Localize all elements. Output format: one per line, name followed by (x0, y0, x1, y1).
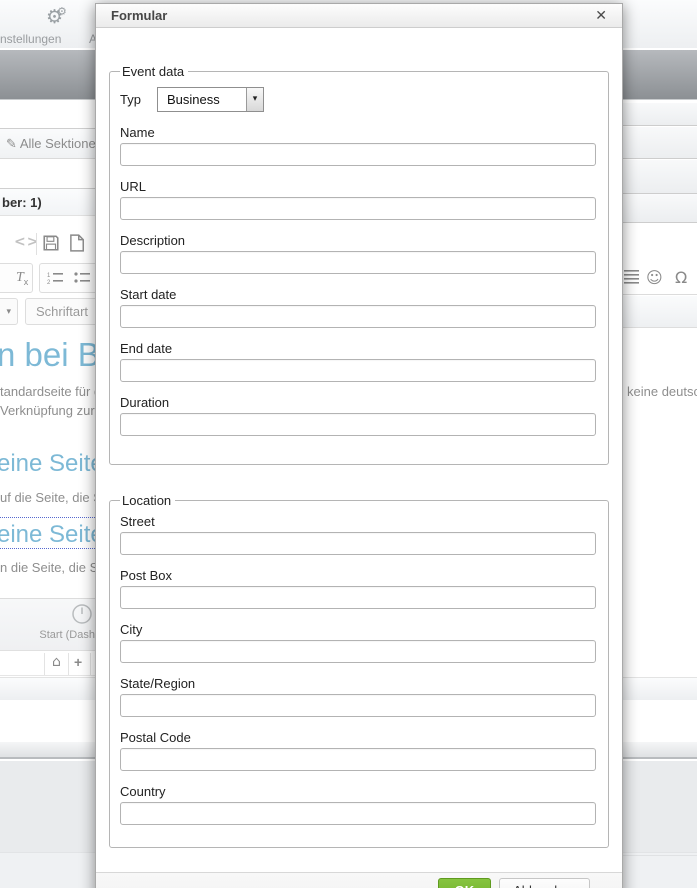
city-label: City (120, 622, 596, 637)
select-arrow-icon[interactable]: ▾ (246, 88, 263, 111)
style-dropdown[interactable]: ▾ (0, 298, 18, 325)
font-dropdown-label: Schriftart (36, 304, 88, 319)
paragraph-right: keine deutsch (627, 384, 697, 399)
state-region-input[interactable] (120, 694, 596, 717)
svg-text:1: 1 (47, 273, 51, 279)
add-tab-icon[interactable]: + (74, 654, 82, 670)
font-dropdown[interactable]: Schriftart (25, 298, 105, 325)
form-field: End date (120, 341, 596, 382)
start-date-input[interactable] (120, 305, 596, 328)
page-heading-1: n bei Bl (0, 336, 107, 374)
svg-text:2: 2 (47, 280, 51, 285)
editor-toolbar-row2: Tx 12 (0, 263, 95, 294)
editor-toolbar-row1: <> (0, 230, 95, 258)
end-date-label: End date (120, 341, 596, 356)
bullet-list-icon[interactable] (74, 271, 90, 290)
start-date-label: Start date (120, 287, 596, 302)
dialog-title: Formular (96, 4, 622, 28)
post-box-input[interactable] (120, 586, 596, 609)
name-label: Name (120, 125, 596, 140)
tab-separator (90, 653, 91, 675)
right-panel-band (623, 127, 697, 159)
settings-menu-label[interactable]: nstellungen (0, 32, 61, 46)
form-field: Post Box (120, 568, 596, 609)
dialog-body: Event data Typ Business ▾ Name URL (96, 28, 622, 848)
state-region-label: State/Region (120, 676, 596, 691)
typ-label: Typ (120, 92, 157, 107)
dialog-footer: OK Abbrechen (96, 872, 622, 888)
description-input[interactable] (120, 251, 596, 274)
right-footer-gray (623, 855, 697, 888)
numbered-list-icon[interactable]: 12 (47, 271, 63, 290)
location-fieldset: Location Street Post Box City State/Regi… (109, 493, 609, 848)
name-input[interactable] (120, 143, 596, 166)
justify-icon[interactable] (624, 270, 639, 289)
screen: ⚙⚙ nstellungen A ✎ Alle Sektionen v ber:… (0, 0, 697, 888)
city-input[interactable] (120, 640, 596, 663)
post-box-label: Post Box (120, 568, 596, 583)
postal-code-input[interactable] (120, 748, 596, 771)
ok-button[interactable]: OK (438, 878, 492, 888)
duration-input[interactable] (120, 413, 596, 436)
right-panel-band (623, 195, 697, 223)
dialog-title-bar: Formular ✕ (96, 4, 622, 28)
tab-separator (68, 653, 69, 675)
remove-format-icon: Tx (16, 268, 28, 287)
form-field: Postal Code (120, 730, 596, 771)
counter-label: ber: 1) (2, 195, 42, 210)
right-panel-band (623, 103, 697, 126)
paragraph-4: n die Seite, die S (0, 560, 98, 575)
dashboard-tab[interactable]: Start (Dash (0, 598, 95, 650)
event-data-legend: Event data (120, 64, 188, 79)
tab-bar: ⌂ + (0, 650, 95, 676)
typ-select-value: Business (158, 88, 246, 111)
location-legend: Location (120, 493, 175, 508)
selected-heading-wrap: eine Seite? (0, 517, 95, 549)
right-panel-band (623, 296, 697, 328)
smiley-icon[interactable]: ☺ (646, 268, 663, 287)
editor-toolbar-row3: ▾ Schriftart (0, 298, 95, 326)
url-label: URL (120, 179, 596, 194)
form-field: URL (120, 179, 596, 220)
country-label: Country (120, 784, 596, 799)
url-input[interactable] (120, 197, 596, 220)
form-field: City (120, 622, 596, 663)
settings-gears-icon[interactable]: ⚙⚙ (46, 6, 73, 28)
tab-separator (44, 653, 45, 675)
pencil-icon: ✎ (6, 137, 17, 152)
right-panel-band (623, 160, 697, 194)
save-icon[interactable] (42, 234, 60, 257)
form-field: State/Region (120, 676, 596, 717)
duration-label: Duration (120, 395, 596, 410)
home-icon[interactable]: ⌂ (52, 654, 61, 670)
close-icon[interactable]: ✕ (595, 4, 607, 28)
street-label: Street (120, 514, 596, 529)
dashboard-gauge-icon (71, 603, 93, 630)
formular-dialog: Formular ✕ Event data Typ Business ▾ Nam… (95, 3, 623, 888)
street-input[interactable] (120, 532, 596, 555)
end-date-input[interactable] (120, 359, 596, 382)
paragraph-2: Verknüpfung zur e (0, 403, 106, 418)
form-field: Country (120, 784, 596, 825)
country-input[interactable] (120, 802, 596, 825)
toolbar-separator (36, 233, 37, 255)
form-field: Description (120, 233, 596, 274)
form-field: Start date (120, 287, 596, 328)
form-field: Duration (120, 395, 596, 436)
form-field: Street (120, 514, 596, 555)
event-data-fieldset: Event data Typ Business ▾ Name URL (109, 64, 609, 465)
dashboard-tab-label: Start (Dash (39, 629, 95, 641)
new-document-icon[interactable] (68, 234, 85, 257)
description-label: Description (120, 233, 596, 248)
page-heading-2: eine Seite (0, 450, 104, 478)
cancel-button[interactable]: Abbrechen (499, 878, 590, 888)
omega-icon[interactable]: Ω (675, 268, 687, 287)
editor-toolbar-right: ☺ Ω (623, 262, 697, 295)
typ-select[interactable]: Business ▾ (157, 87, 264, 112)
form-field: Name (120, 125, 596, 166)
postal-code-label: Postal Code (120, 730, 596, 745)
paragraph-3: uf die Seite, die S (0, 490, 102, 505)
paragraph-1: tandardseite für d (0, 384, 101, 399)
typ-field-row: Typ Business ▾ (120, 87, 596, 112)
